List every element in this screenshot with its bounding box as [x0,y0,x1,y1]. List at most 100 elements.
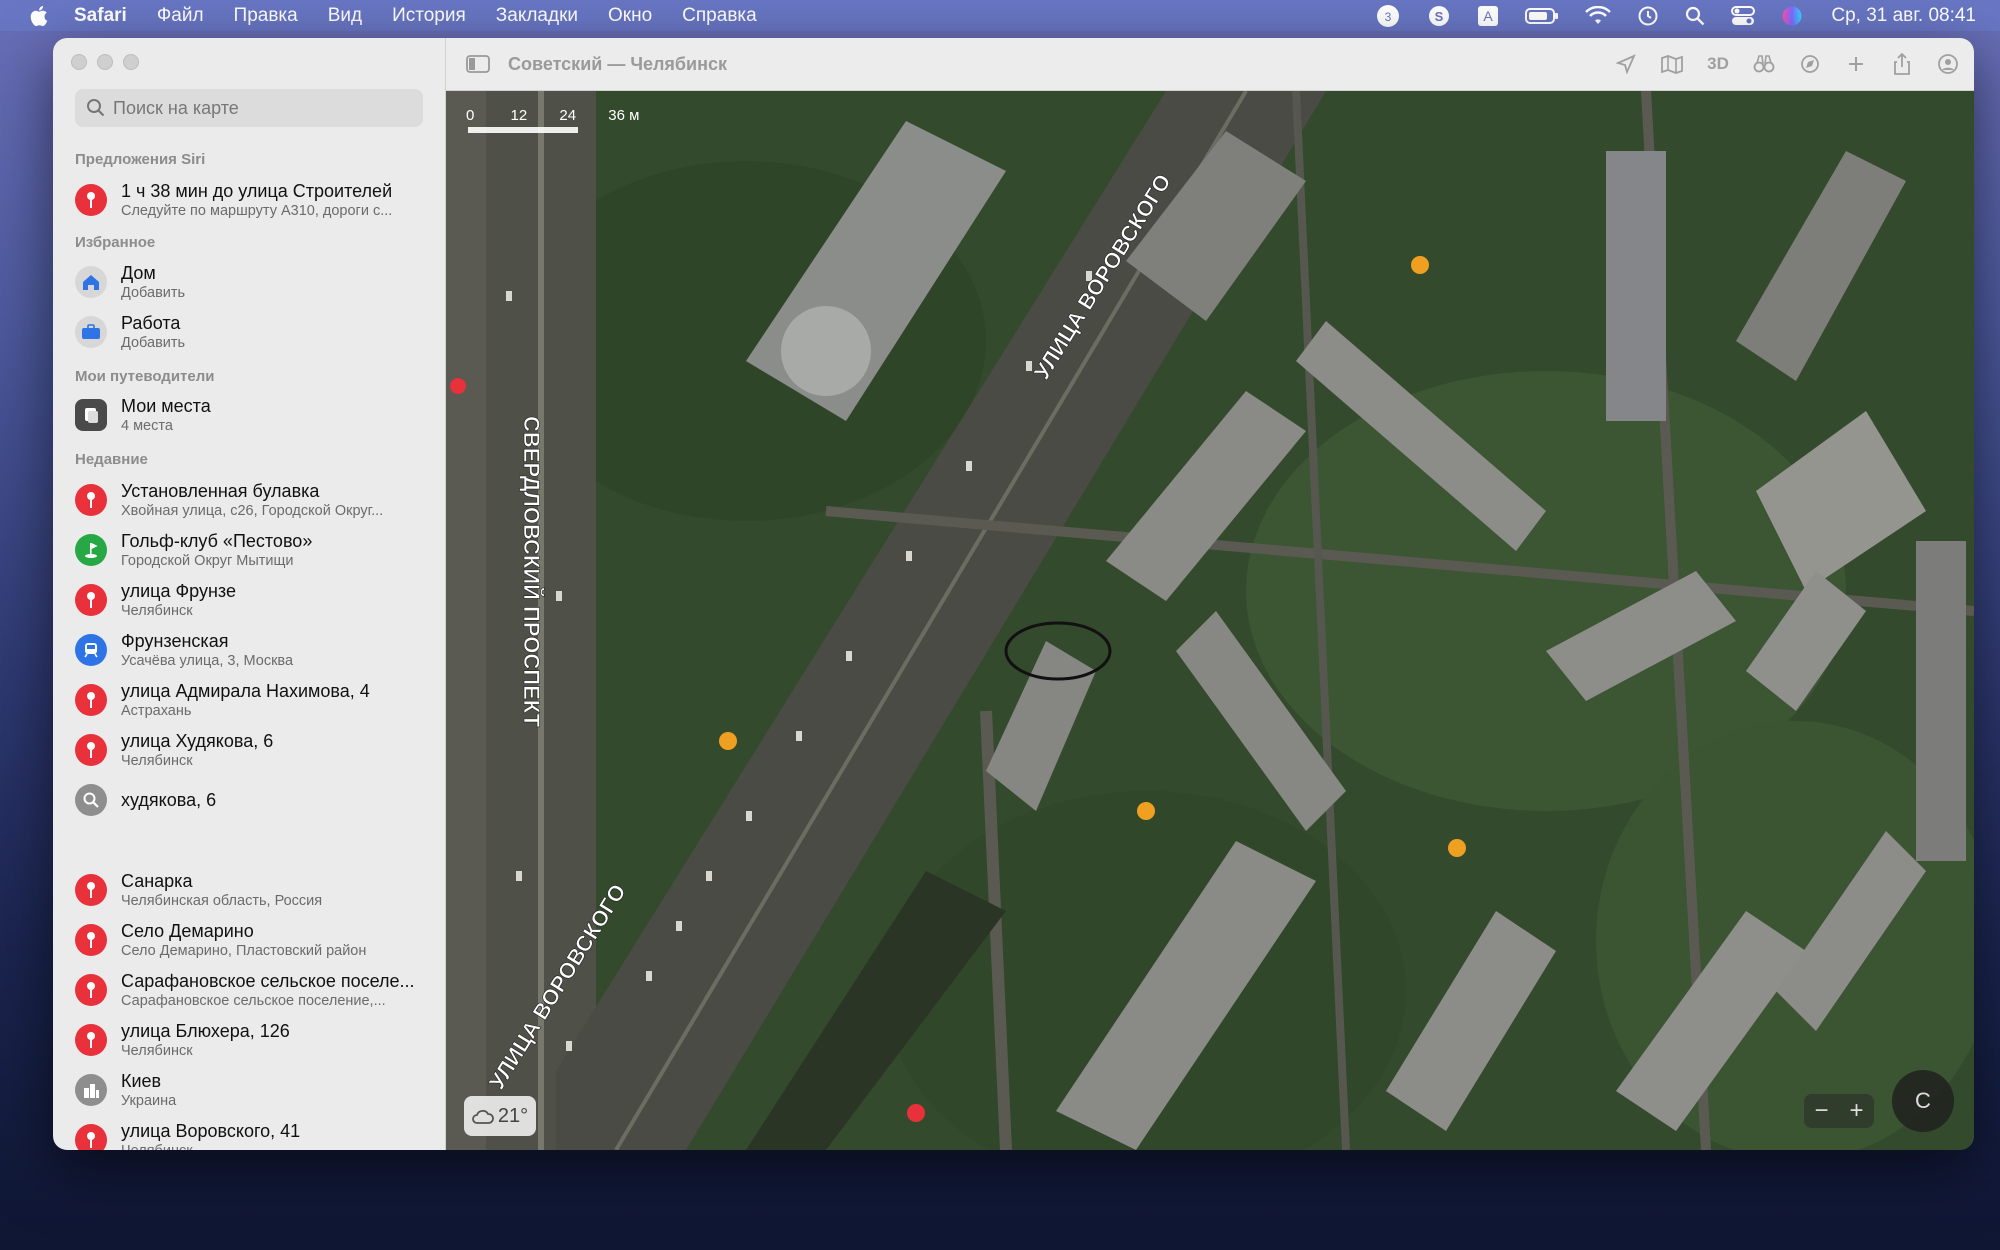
recent-item[interactable]: Фрунзенская Усачёва улица, 3, Москва [75,626,435,674]
menu-help[interactable]: Справка [682,5,757,27]
binoculars-icon[interactable] [1752,52,1776,76]
recent-item[interactable]: Санарка Челябинская область, Россия [75,866,435,914]
siri-suggestion-item[interactable]: 1 ч 38 мин до улица Строителей Следуйте … [75,176,435,224]
item-title: улица Блюхера, 126 [121,1021,290,1041]
poi-marker-icon[interactable] [1137,802,1155,820]
share-icon[interactable] [1890,52,1914,76]
poi-marker-icon[interactable] [1411,256,1429,274]
map-toolbar: Советский — Челябинск 3D [446,38,1974,91]
recent-item[interactable]: Киев Украина [75,1066,435,1114]
3d-toggle[interactable]: 3D [1706,52,1730,76]
recent-item[interactable]: улица Фрунзе Челябинск [75,576,435,624]
svg-text:S: S [1435,9,1444,24]
map-search-field[interactable]: Поиск на карте [75,89,423,127]
close-button[interactable] [71,54,87,70]
pin-icon [75,874,107,906]
map-mode-icon[interactable] [1660,52,1684,76]
search-icon[interactable] [1685,6,1705,26]
menu-bookmarks[interactable]: Закладки [496,5,578,27]
menu-window[interactable]: Окно [608,5,652,27]
poi-marker-icon[interactable] [719,732,737,750]
item-title: улица Фрунзе [121,581,236,601]
city-icon [75,1074,107,1106]
pin-icon [75,974,107,1006]
pin-icon [75,484,107,516]
item-subtitle: Сарафановское сельское поселение,... [121,993,386,1009]
minimize-button[interactable] [97,54,113,70]
menu-clock[interactable]: Ср, 31 авг. 08:41 [1831,5,1976,27]
menu-edit[interactable]: Правка [234,5,298,27]
zoom-out-button[interactable]: − [1814,1097,1828,1125]
menu-bar: Safari Файл Правка Вид История Закладки … [0,0,2000,31]
poi-marker-icon[interactable] [1448,839,1466,857]
scale-label-36: 36 м [608,107,640,124]
wifi-icon[interactable] [1585,5,1612,26]
zoom-in-button[interactable]: + [1849,1097,1863,1125]
maps-window: Поиск на карте Предложения Siri 1 ч 38 м… [53,38,1974,1150]
zoom-control: − + [1804,1094,1874,1128]
item-title: худякова, 6 [121,790,217,810]
section-recent: Недавние [75,451,148,468]
item-title: Сарафановское сельское поселе... [121,971,415,991]
location-arrow-icon[interactable] [1614,52,1638,76]
favorite-work[interactable]: Работа Добавить [75,308,435,356]
pin-icon [75,1124,107,1150]
item-title: Санарка [121,871,193,891]
add-icon[interactable] [1844,52,1868,76]
zoom-button[interactable] [123,54,139,70]
item-subtitle: Челябинская область, Россия [121,893,323,909]
item-subtitle: Следуйте по маршруту А310, дороги с... [121,203,393,219]
account-icon[interactable] [1936,52,1960,76]
menu-file[interactable]: Файл [157,5,204,27]
section-favorites: Избранное [75,234,156,251]
satellite-map[interactable]: УЛИЦА ВОРОВСКОГО СВЕРДЛОВСКИЙ ПРОСПЕКТ У… [446,91,1974,1150]
siri-icon[interactable] [1781,5,1803,27]
recent-item[interactable]: Сарафановское сельское поселе... Сарафано… [75,966,435,1014]
notification-icon[interactable]: 3 [1375,3,1401,29]
compass-label: С [1915,1088,1931,1113]
metro-icon [75,634,107,666]
item-title: улица Худякова, 6 [121,731,274,751]
recent-item[interactable]: улица Адмирала Нахимова, 4 Астрахань [75,676,435,724]
weather-badge[interactable]: 21° [464,1096,536,1136]
skype-icon[interactable]: S [1427,4,1451,28]
recent-item[interactable]: улица Худякова, 6 Челябинск [75,726,435,774]
item-subtitle: Село Демарино, Пластовский район [121,943,367,959]
favorite-home[interactable]: Дом Добавить [75,258,435,306]
recent-item[interactable]: Установленная булавка Хвойная улица, с26,… [75,476,435,524]
recent-item[interactable]: Село Демарино Село Демарино, Пластовский … [75,916,435,964]
item-subtitle: Челябинск [121,753,193,769]
recent-item[interactable]: Гольф-клуб «Пестово» Городской Округ Мыти… [75,526,435,574]
cloud-icon [471,1109,494,1124]
pin-icon [75,734,107,766]
pin-icon [75,584,107,616]
recent-item[interactable]: улица Блюхера, 126 Челябинск [75,1016,435,1064]
svg-text:A: A [1484,8,1494,24]
pin-icon [75,684,107,716]
compass-button[interactable]: С [1892,1070,1954,1132]
tracking-icon[interactable] [1798,52,1822,76]
poi-marker-icon[interactable] [907,1104,925,1122]
search-icon [87,99,105,117]
item-title: Киев [121,1071,162,1091]
apple-menu-icon[interactable] [24,2,52,30]
sidebar-toggle-icon[interactable] [466,54,490,74]
item-title: Установленная булавка [121,481,320,501]
menu-app-name[interactable]: Safari [74,5,127,27]
menu-history[interactable]: История [392,5,466,27]
pin-icon [75,1024,107,1056]
keyboard-a-icon[interactable]: A [1477,5,1499,27]
menu-view[interactable]: Вид [328,5,362,27]
item-subtitle: Добавить [121,285,186,301]
poi-marker-icon[interactable] [450,378,466,394]
control-center-icon[interactable] [1731,5,1756,27]
time-machine-icon[interactable] [1637,5,1659,27]
recent-item[interactable]: худякова, 6 [75,776,435,824]
item-title: 1 ч 38 мин до улица Строителей [121,181,393,201]
recent-item[interactable]: улица Воровского, 41Челябинск [75,1116,435,1150]
item-subtitle: Астрахань [121,703,192,719]
search-icon [75,784,107,816]
battery-icon[interactable] [1525,7,1559,25]
guide-my-places[interactable]: Мои места 4 места [75,391,435,439]
item-title: Работа [121,313,181,333]
